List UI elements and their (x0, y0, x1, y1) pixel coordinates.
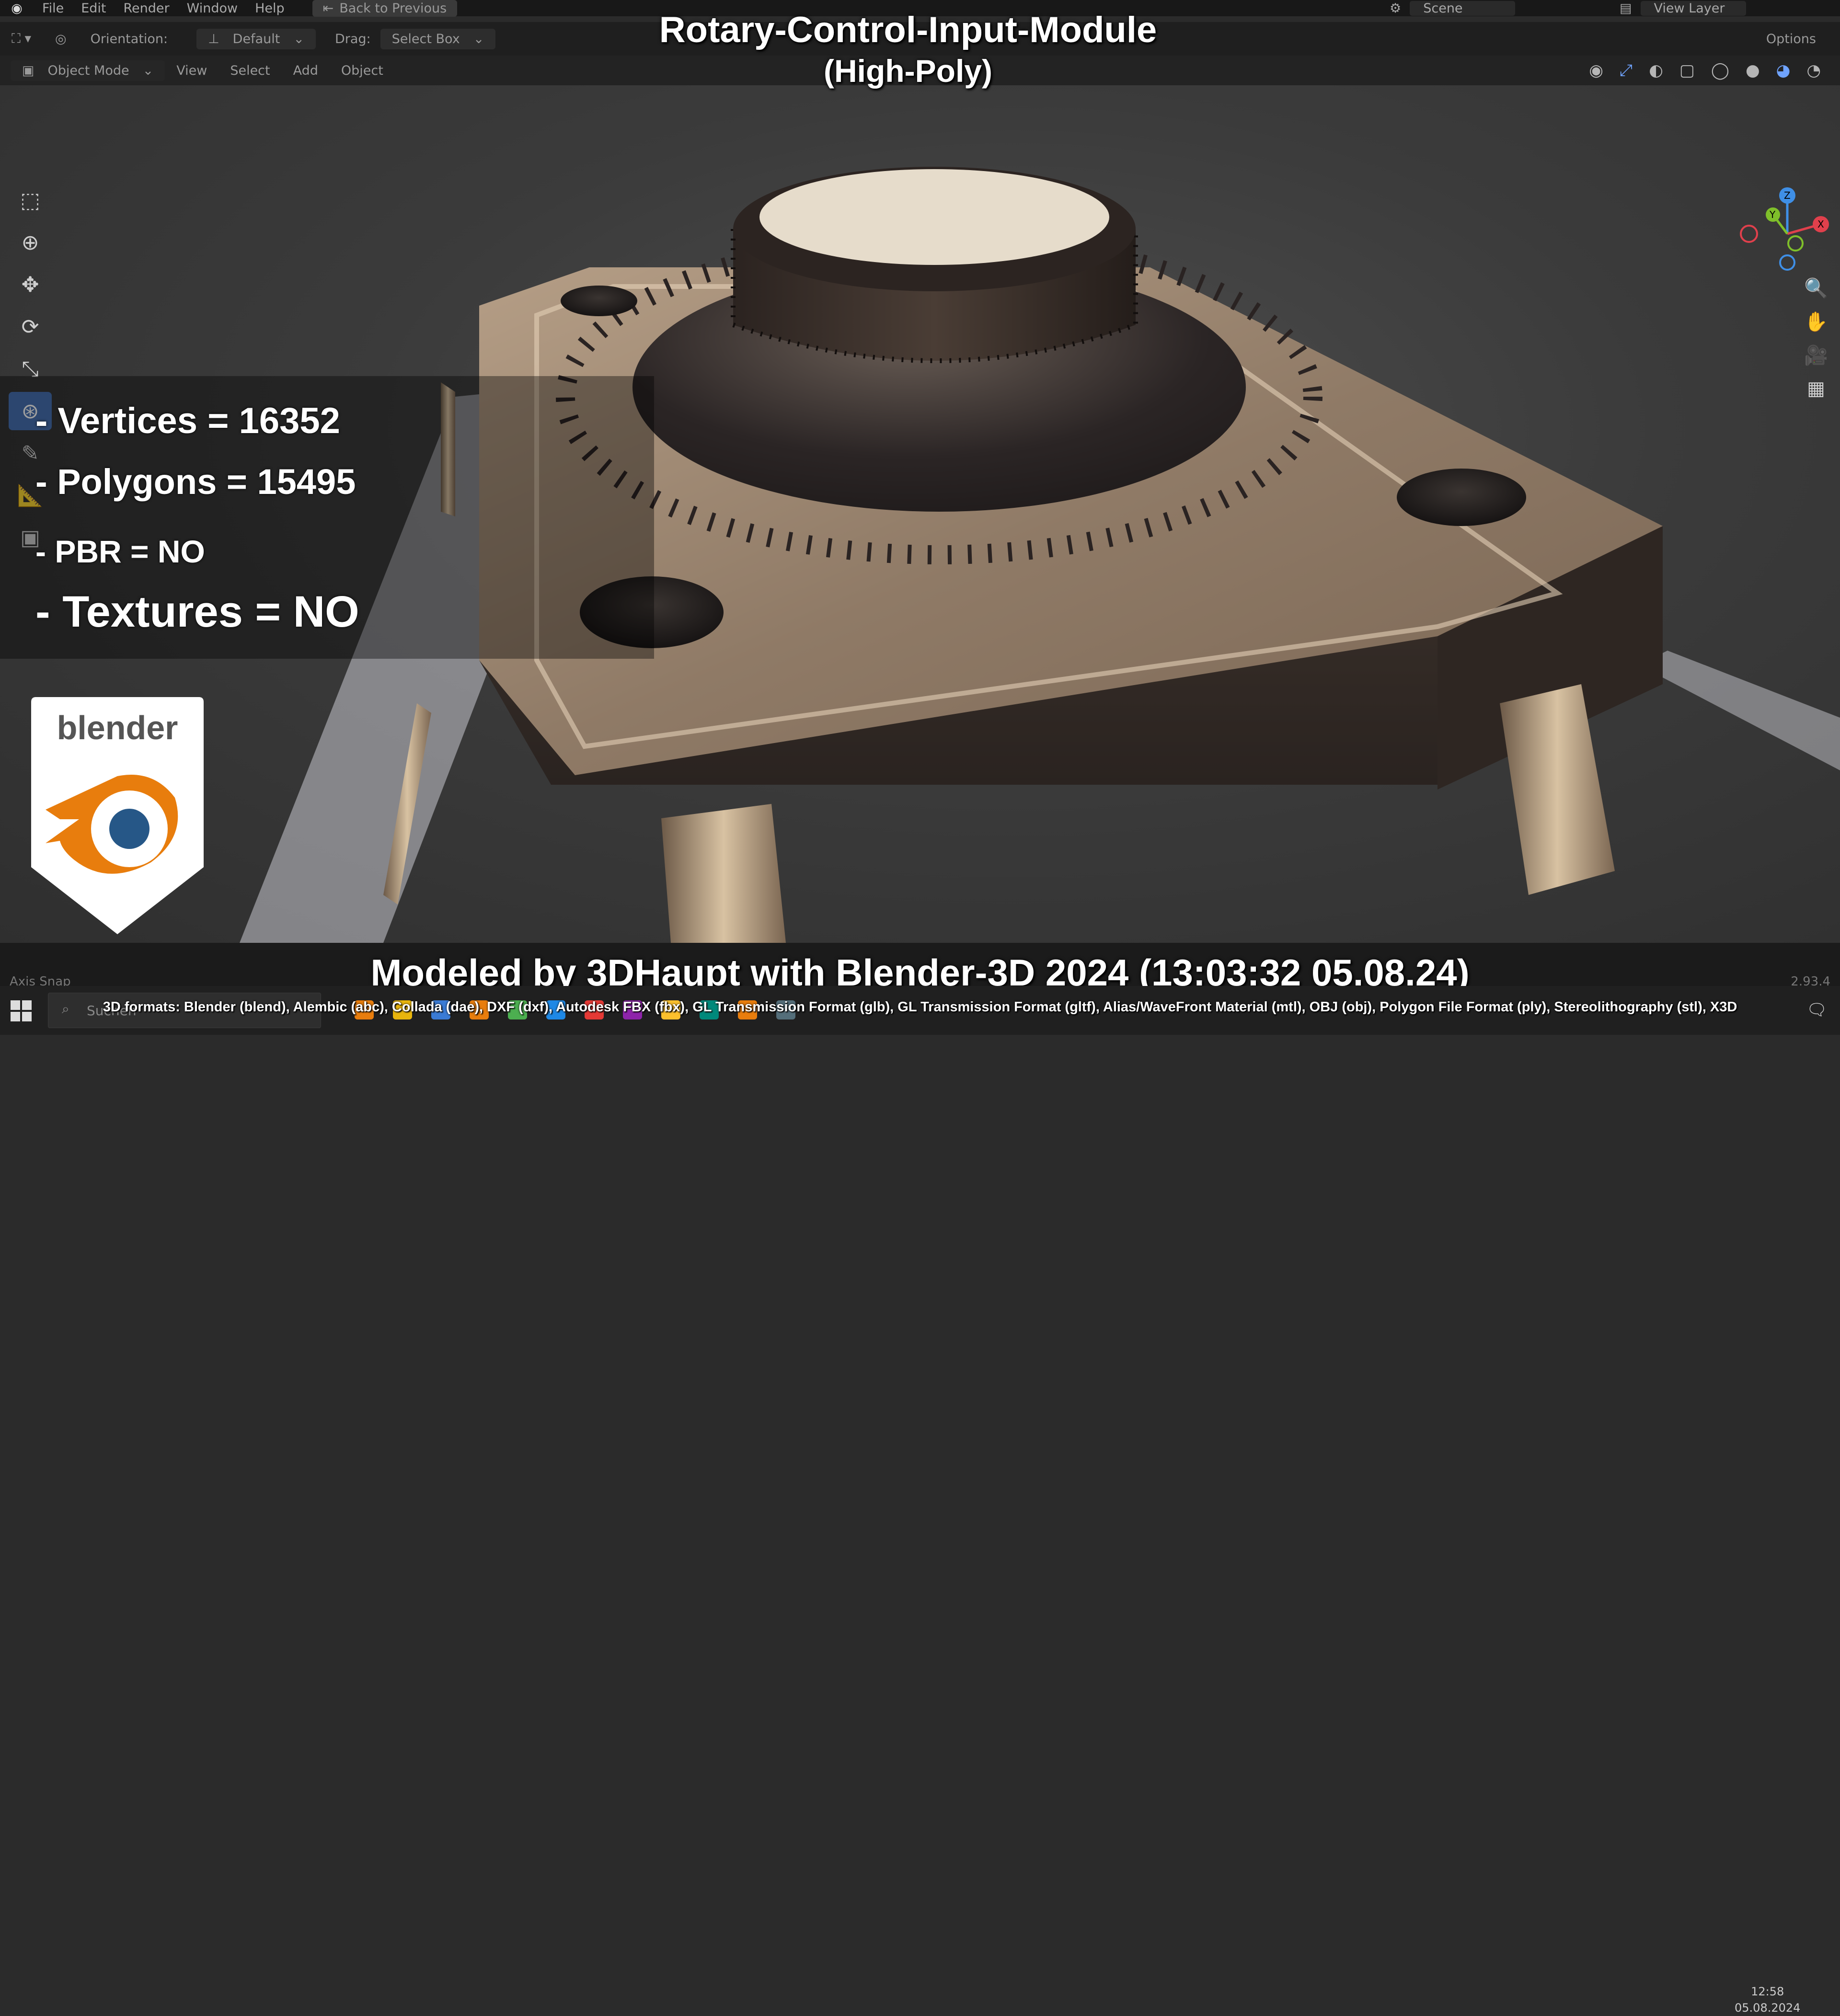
navigation-gizmo[interactable]: Z X Y (1735, 181, 1830, 277)
rotate-tool-icon[interactable]: ⟳ (9, 308, 52, 346)
perspective-grid-icon[interactable]: ▦ (1802, 378, 1830, 411)
blender-wordmark: blender (57, 709, 178, 746)
zoom-icon[interactable]: 🔍 (1802, 277, 1830, 310)
gizmo-neg-x[interactable] (1740, 225, 1758, 243)
taskbar-clock[interactable]: 12:58 05.08.2024 (1735, 1983, 1800, 2016)
pan-hand-icon[interactable]: ✋ (1802, 310, 1830, 344)
vertices-count: - Vertices = 16352 (35, 401, 340, 441)
title-line-1: Rotary-Control-Input-Module (659, 10, 1157, 50)
model-stats-panel: - Vertices = 16352 - Polygons = 15495 - … (0, 376, 654, 659)
gizmo-neg-y[interactable] (1787, 235, 1804, 252)
polygons-count: - Polygons = 15495 (35, 462, 356, 502)
select-box-tool-icon[interactable]: ⬚ (9, 181, 52, 219)
textures-status: - Textures = NO (35, 587, 359, 636)
title-line-2: (High-Poly) (824, 53, 992, 89)
cursor-tool-icon[interactable]: ⊕ (9, 223, 52, 262)
blender-logo-badge: blender (31, 697, 204, 934)
gizmo-x-label: X (1817, 218, 1824, 230)
viewport-navigation: 🔍 ✋ 🎥 ▦ (1802, 277, 1835, 411)
export-formats-caption: 3D formats: Blender (blend), Alembic (ab… (103, 999, 1737, 1015)
move-tool-icon[interactable]: ✥ (9, 265, 52, 304)
pbr-status: - PBR = NO (35, 534, 205, 569)
gizmo-neg-z[interactable] (1779, 254, 1795, 271)
video-title: Rotary-Control-Input-Module (High-Poly) (0, 9, 1816, 90)
camera-icon[interactable]: 🎥 (1802, 344, 1830, 378)
clock-date: 05.08.2024 (1735, 2001, 1801, 2015)
gizmo-y-label: Y (1769, 209, 1776, 220)
gizmo-z-label: Z (1784, 190, 1791, 201)
clock-time: 12:58 (1751, 1985, 1784, 1998)
